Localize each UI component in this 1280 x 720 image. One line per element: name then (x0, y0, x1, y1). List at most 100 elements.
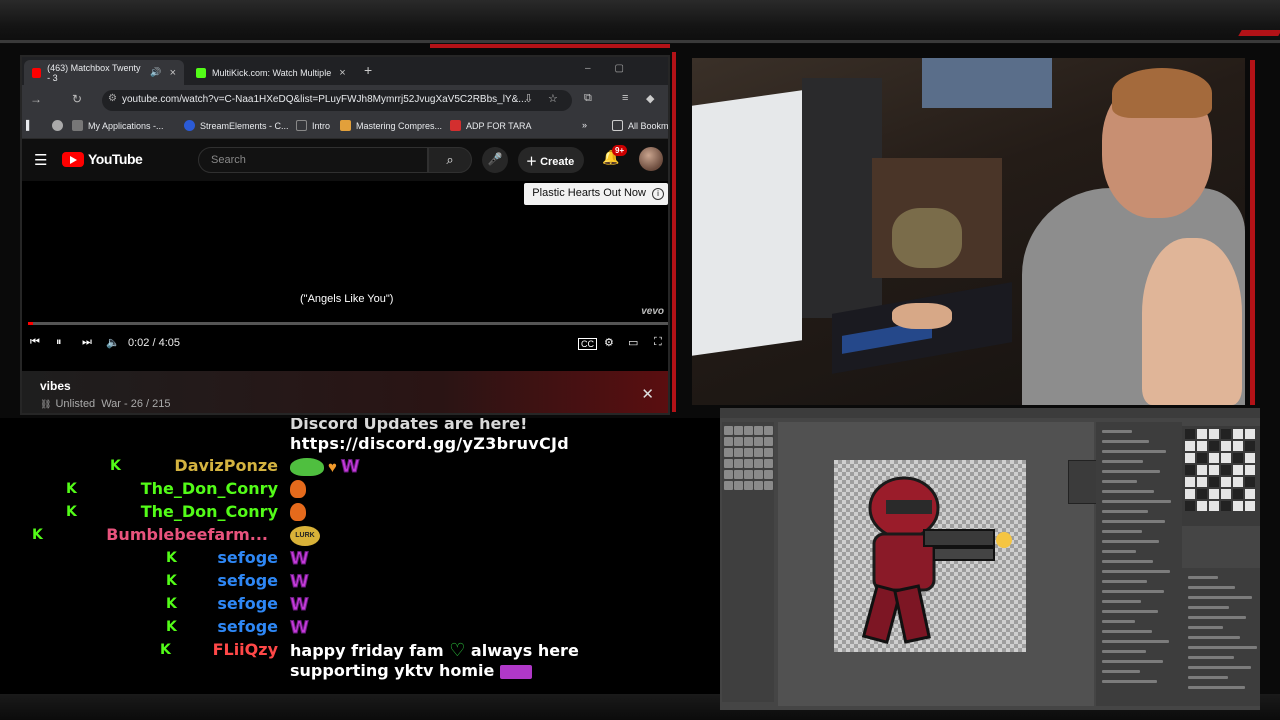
gimp-brush-icon[interactable] (1209, 429, 1219, 439)
gimp-tool-icon[interactable] (734, 448, 743, 457)
gimp-brush-icon[interactable] (1245, 489, 1255, 499)
gimp-tool-icon[interactable] (764, 481, 773, 490)
gimp-brush-icon[interactable] (1245, 477, 1255, 487)
chat-username[interactable]: The_Don_Conry (96, 502, 278, 521)
tab-multikick[interactable]: MultiKick.com: Watch Multiple × (188, 60, 358, 85)
close-tab-icon[interactable]: × (339, 67, 345, 79)
gimp-brush-icon[interactable] (1245, 441, 1255, 451)
gimp-brush-icon[interactable] (1209, 453, 1219, 463)
youtube-logo[interactable]: YouTube (62, 151, 143, 167)
gimp-tool-icon[interactable] (724, 470, 733, 479)
gimp-menubar[interactable] (720, 408, 1260, 418)
transparent-canvas[interactable] (834, 460, 1026, 652)
gimp-brush-icon[interactable] (1185, 429, 1195, 439)
chat-username[interactable]: FLiiQzy (190, 640, 278, 659)
create-button[interactable]: ＋ Create (518, 147, 584, 173)
theater-mode-icon[interactable]: ▭ (628, 336, 638, 349)
microphone-icon[interactable]: 🎤 (482, 147, 508, 173)
gimp-brush-icon[interactable] (1209, 477, 1219, 487)
playlist-title[interactable]: vibes (40, 379, 71, 393)
gimp-tool-icon[interactable] (764, 459, 773, 468)
gimp-tool-icon[interactable] (734, 459, 743, 468)
gimp-brush-icon[interactable] (1209, 465, 1219, 475)
gimp-brush-icon[interactable] (1209, 441, 1219, 451)
hamburger-menu-icon[interactable]: ☰ (34, 151, 47, 169)
close-icon[interactable]: ✕ (641, 385, 654, 403)
discord-link[interactable]: https://discord.gg/yZ3bruvCJd (290, 434, 569, 453)
gimp-tool-icon[interactable] (734, 481, 743, 490)
gimp-brush-icon[interactable] (1209, 501, 1219, 511)
gimp-brush-icon[interactable] (1185, 465, 1195, 475)
bookmark-chrome-icon[interactable] (52, 120, 68, 131)
gimp-tool-icon[interactable] (754, 459, 763, 468)
avatar[interactable] (639, 147, 663, 171)
gimp-brush-icon[interactable] (1197, 441, 1207, 451)
chat-username[interactable]: The_Don_Conry (96, 479, 278, 498)
gimp-brush-icon[interactable] (1185, 441, 1195, 451)
close-tab-icon[interactable]: × (170, 67, 176, 79)
bookmark-star-icon[interactable]: ☆ (548, 92, 558, 105)
gimp-tool-options-panel[interactable] (1096, 422, 1182, 706)
gimp-tool-icon[interactable] (744, 481, 753, 490)
install-icon[interactable]: ⇩ (524, 92, 533, 105)
settings-gear-icon[interactable]: ⚙ (604, 336, 614, 349)
gimp-tool-icon[interactable] (764, 448, 773, 457)
chat-username[interactable]: DavizPonze (140, 456, 278, 475)
new-tab-button[interactable]: + (364, 62, 372, 78)
gimp-tool-icon[interactable] (734, 437, 743, 446)
gimp-brush-icon[interactable] (1197, 489, 1207, 499)
gimp-brush-icon[interactable] (1221, 429, 1231, 439)
gimp-brush-icon[interactable] (1197, 477, 1207, 487)
bookmark-streamelements[interactable]: StreamElements - C... (184, 120, 289, 131)
gimp-brush-icon[interactable] (1197, 453, 1207, 463)
chat-username[interactable]: Bumblebeefarm... (62, 525, 268, 544)
promo-banner[interactable]: Plastic Hearts Out Now i (524, 183, 668, 205)
gimp-brush-icon[interactable] (1185, 477, 1195, 487)
gimp-brush-icon[interactable] (1233, 441, 1243, 451)
gimp-brush-icon[interactable] (1245, 501, 1255, 511)
bookmark-my-applications[interactable]: My Applications -... (72, 120, 164, 131)
speaker-icon[interactable]: 🔊 (150, 67, 161, 78)
site-info-icon[interactable]: ⚙ (108, 93, 117, 104)
previous-icon[interactable]: ⏮ (30, 336, 40, 349)
gimp-tool-icon[interactable] (754, 426, 763, 435)
url-field[interactable]: ⚙ youtube.com/watch?v=C-Naa1HXeDQ&list=P… (102, 90, 572, 111)
gimp-tool-icon[interactable] (764, 426, 773, 435)
gimp-brush-icon[interactable] (1221, 453, 1231, 463)
gimp-toolbox[interactable] (722, 422, 774, 702)
gimp-brush-icon[interactable] (1185, 453, 1195, 463)
gimp-layers-panel[interactable] (1182, 568, 1260, 706)
bookmarks-overflow-icon[interactable]: » (582, 120, 587, 130)
video-player[interactable]: Plastic Hearts Out Now i ("Angels Like Y… (22, 181, 668, 371)
gimp-tool-icon[interactable] (744, 426, 753, 435)
gimp-tool-icon[interactable] (744, 448, 753, 457)
gimp-tool-icon[interactable] (744, 470, 753, 479)
gimp-brush-icon[interactable] (1197, 429, 1207, 439)
gimp-brush-icon[interactable] (1185, 489, 1195, 499)
gimp-brush-icon[interactable] (1197, 501, 1207, 511)
gimp-brush-icon[interactable] (1221, 477, 1231, 487)
search-input[interactable]: Search (198, 147, 428, 173)
chat-username[interactable]: sefoge (196, 571, 278, 590)
gimp-brush-icon[interactable] (1209, 489, 1219, 499)
gimp-brush-icon[interactable] (1233, 465, 1243, 475)
gimp-tool-icon[interactable] (724, 448, 733, 457)
media-icon[interactable]: ≡ (622, 92, 628, 104)
forward-icon[interactable]: → (30, 92, 42, 106)
gimp-tool-icon[interactable] (724, 459, 733, 468)
gimp-brush-icon[interactable] (1221, 441, 1231, 451)
bookmark-all[interactable]: All Bookm (612, 120, 668, 131)
gimp-brush-icon[interactable] (1233, 429, 1243, 439)
fullscreen-icon[interactable]: ⛶ (654, 336, 662, 349)
gimp-brush-icon[interactable] (1245, 465, 1255, 475)
gimp-tool-icon[interactable] (764, 470, 773, 479)
gimp-tool-icon[interactable] (744, 459, 753, 468)
gimp-brush-icon[interactable] (1221, 489, 1231, 499)
chat-username[interactable]: sefoge (196, 548, 278, 567)
gimp-tool-icon[interactable] (754, 437, 763, 446)
gimp-tool-icon[interactable] (724, 426, 733, 435)
gimp-brush-icon[interactable] (1233, 453, 1243, 463)
gimp-tool-icon[interactable] (754, 470, 763, 479)
gimp-tool-icon[interactable] (754, 448, 763, 457)
gimp-tool-icon[interactable] (744, 437, 753, 446)
